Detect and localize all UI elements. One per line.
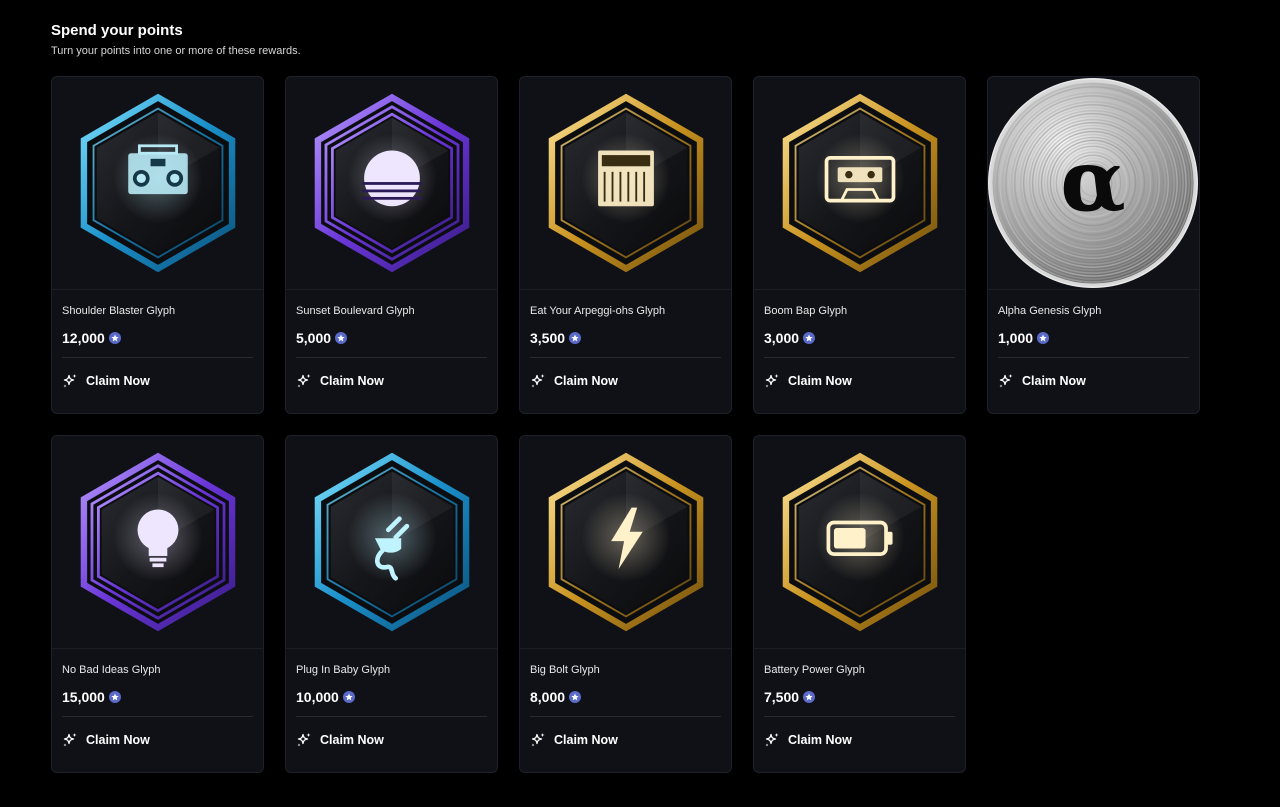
sparkles-icon xyxy=(297,374,311,388)
sparkles-icon xyxy=(531,374,545,388)
claim-now-label: Claim Now xyxy=(1022,374,1086,388)
claim-now-label: Claim Now xyxy=(86,733,150,747)
sparkles-icon xyxy=(63,733,77,747)
card-divider xyxy=(530,357,721,358)
reward-name: Plug In Baby Glyph xyxy=(296,664,391,676)
claim-now-button[interactable]: Claim Now xyxy=(296,373,384,389)
claim-now-button[interactable]: Claim Now xyxy=(296,732,384,748)
claim-now-label: Claim Now xyxy=(320,374,384,388)
sparkles-icon xyxy=(63,374,77,388)
reward-name: Big Bolt Glyph xyxy=(530,664,600,676)
claim-now-button[interactable]: Claim Now xyxy=(764,732,852,748)
reward-price: 7,500 xyxy=(764,689,800,705)
reward-glyph-art xyxy=(754,436,965,649)
reward-price: 15,000 xyxy=(62,689,105,705)
reward-glyph-art xyxy=(286,436,497,649)
reward-name: Boom Bap Glyph xyxy=(764,305,848,317)
star-icon xyxy=(342,691,355,703)
star-icon xyxy=(335,332,348,344)
card-divider xyxy=(62,716,253,717)
reward-glyph-art: α xyxy=(988,77,1199,290)
reward-card: Sunset Boulevard Glyph 5,000 Claim Now xyxy=(285,76,498,414)
sun-icon xyxy=(314,93,469,273)
star-icon xyxy=(1037,332,1050,344)
cassette-icon xyxy=(782,93,937,273)
reward-glyph-art xyxy=(52,436,263,649)
reward-glyph-art xyxy=(286,77,497,290)
claim-now-label: Claim Now xyxy=(86,374,150,388)
alpha-glyph-text: α xyxy=(1060,132,1126,232)
reward-name: Sunset Boulevard Glyph xyxy=(296,305,415,317)
sparkles-icon xyxy=(765,733,779,747)
claim-now-button[interactable]: Claim Now xyxy=(530,373,618,389)
claim-now-label: Claim Now xyxy=(320,733,384,747)
boombox-icon xyxy=(80,93,235,273)
page-subtitle: Turn your points into one or more of the… xyxy=(51,45,301,57)
reward-glyph-art xyxy=(520,77,731,290)
reward-price: 3,000 xyxy=(764,330,800,346)
reward-price: 3,500 xyxy=(530,330,566,346)
reward-glyph-art xyxy=(754,77,965,290)
card-divider xyxy=(296,716,487,717)
reward-glyph-art xyxy=(52,77,263,290)
reward-card: Big Bolt Glyph 8,000 Claim Now xyxy=(519,435,732,773)
battery-icon xyxy=(782,452,937,632)
reward-card: Boom Bap Glyph 3,000 Claim Now xyxy=(753,76,966,414)
star-icon xyxy=(803,691,816,703)
reward-price: 5,000 xyxy=(296,330,332,346)
reward-name: Battery Power Glyph xyxy=(764,664,865,676)
reward-card: α Alpha Genesis Glyph 1,000 Claim Now xyxy=(987,76,1200,414)
claim-now-button[interactable]: Claim Now xyxy=(530,732,618,748)
claim-now-label: Claim Now xyxy=(788,374,852,388)
star-icon xyxy=(803,332,816,344)
reward-price: 1,000 xyxy=(998,330,1034,346)
bolt-icon xyxy=(548,452,703,632)
claim-now-button[interactable]: Claim Now xyxy=(764,373,852,389)
claim-now-label: Claim Now xyxy=(554,733,618,747)
reward-glyph-art xyxy=(520,436,731,649)
sparkles-icon xyxy=(531,733,545,747)
reward-card: Battery Power Glyph 7,500 Claim Now xyxy=(753,435,966,773)
card-divider xyxy=(764,357,955,358)
sparkles-icon xyxy=(765,374,779,388)
claim-now-label: Claim Now xyxy=(788,733,852,747)
reward-name: Eat Your Arpeggi-ohs Glyph xyxy=(530,305,666,317)
card-divider xyxy=(998,357,1189,358)
star-icon xyxy=(569,332,582,344)
reward-price: 10,000 xyxy=(296,689,339,705)
card-divider xyxy=(62,357,253,358)
reward-name: Shoulder Blaster Glyph xyxy=(62,305,176,317)
reward-name: No Bad Ideas Glyph xyxy=(62,664,161,676)
reward-name: Alpha Genesis Glyph xyxy=(998,305,1102,317)
reward-card: Shoulder Blaster Glyph 12,000 Claim Now xyxy=(51,76,264,414)
reward-card: No Bad Ideas Glyph 15,000 Claim Now xyxy=(51,435,264,773)
claim-now-button[interactable]: Claim Now xyxy=(62,732,150,748)
reward-card: Plug In Baby Glyph 10,000 Claim Now xyxy=(285,435,498,773)
claim-now-button[interactable]: Claim Now xyxy=(998,373,1086,389)
card-divider xyxy=(764,716,955,717)
synth-icon xyxy=(548,93,703,273)
sparkles-icon xyxy=(297,733,311,747)
claim-now-button[interactable]: Claim Now xyxy=(62,373,150,389)
star-icon xyxy=(569,691,582,703)
rewards-grid: Shoulder Blaster Glyph 12,000 Claim Now xyxy=(51,76,1200,773)
lightbulb-icon xyxy=(80,452,235,632)
reward-price: 8,000 xyxy=(530,689,566,705)
plug-icon xyxy=(314,452,469,632)
alpha-coin-icon: α xyxy=(988,77,1199,289)
reward-price: 12,000 xyxy=(62,330,105,346)
page-title: Spend your points xyxy=(51,22,183,39)
card-divider xyxy=(296,357,487,358)
star-icon xyxy=(108,332,121,344)
card-divider xyxy=(530,716,721,717)
claim-now-label: Claim Now xyxy=(554,374,618,388)
section-header: Spend your points Turn your points into … xyxy=(51,21,301,58)
sparkles-icon xyxy=(999,374,1013,388)
reward-card: Eat Your Arpeggi-ohs Glyph 3,500 Claim N… xyxy=(519,76,732,414)
star-icon xyxy=(108,691,121,703)
